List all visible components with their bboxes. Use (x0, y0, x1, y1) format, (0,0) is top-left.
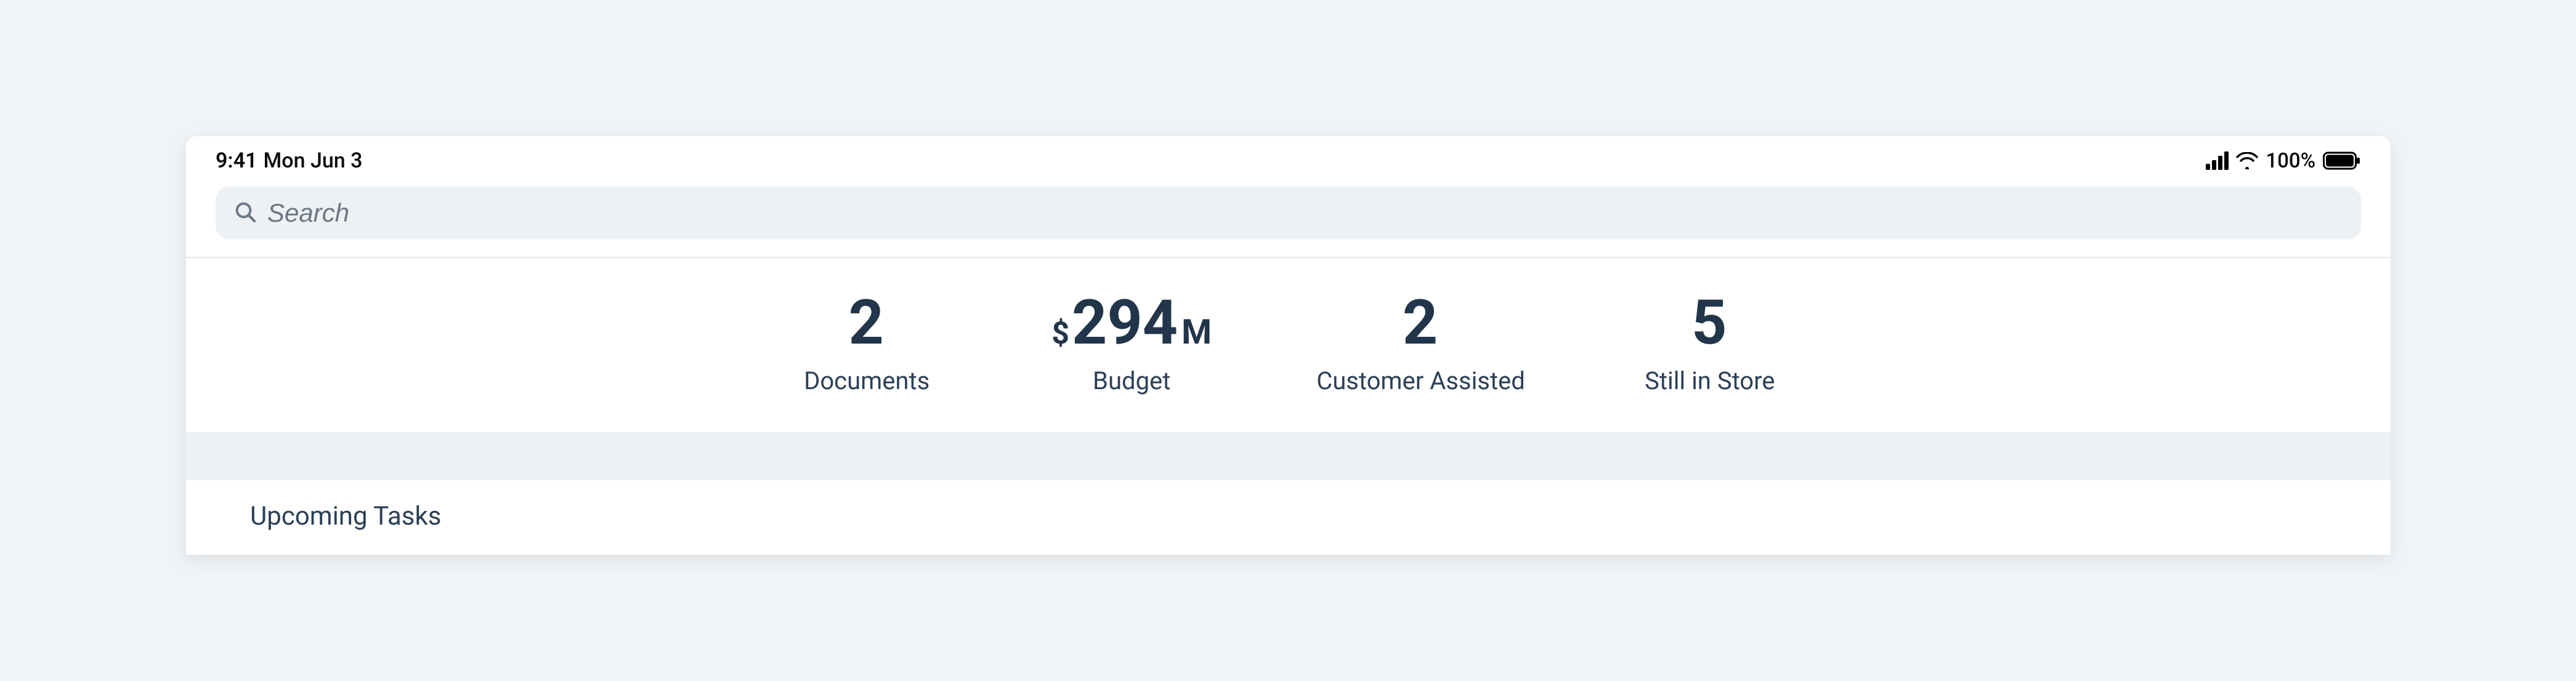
battery-icon (2323, 151, 2361, 170)
stat-value: 2 (1400, 292, 1441, 354)
stat-label: Documents (804, 366, 930, 395)
stat-label: Budget (1093, 366, 1170, 395)
status-left: 9:41 Mon Jun 3 (216, 148, 362, 173)
app-frame: 9:41 Mon Jun 3 100% (186, 136, 2391, 555)
status-date: Mon Jun 3 (264, 148, 363, 173)
section-gap (186, 432, 2391, 480)
status-time: 9:41 (216, 148, 257, 173)
stat-prefix: $ (1051, 318, 1069, 349)
status-right: 100% (2206, 149, 2361, 173)
stat-value: 5 (1689, 292, 1730, 354)
upcoming-tasks-panel: Upcoming Tasks (186, 480, 2391, 555)
stat-documents[interactable]: 2 Documents (787, 292, 947, 395)
stat-still-in-store[interactable]: 5 Still in Store (1630, 292, 1790, 395)
stat-suffix: M (1181, 315, 1212, 349)
stat-number: 294 (1072, 292, 1178, 354)
upcoming-tasks-title: Upcoming Tasks (250, 501, 2327, 531)
stat-customer-assisted[interactable]: 2 Customer Assisted (1316, 292, 1525, 395)
search-field[interactable] (216, 187, 2361, 240)
stat-label: Still in Store (1645, 366, 1775, 395)
stat-number: 5 (1691, 292, 1727, 354)
cellular-signal-icon (2206, 151, 2229, 170)
battery-percent: 100% (2266, 149, 2315, 173)
wifi-icon (2236, 152, 2258, 169)
stat-number: 2 (849, 292, 884, 354)
search-input[interactable] (267, 198, 2344, 228)
search-container (186, 180, 2391, 257)
stat-budget[interactable]: $ 294 M Budget (1051, 292, 1212, 395)
status-bar: 9:41 Mon Jun 3 100% (186, 136, 2391, 180)
stat-label: Customer Assisted (1316, 366, 1525, 395)
stats-row: 2 Documents $ 294 M Budget (186, 292, 2391, 395)
stat-value: $ 294 M (1051, 292, 1212, 354)
stat-value: 2 (846, 292, 888, 354)
stats-panel: 2 Documents $ 294 M Budget (186, 258, 2391, 432)
stat-number: 2 (1403, 292, 1438, 354)
search-icon (233, 199, 257, 227)
